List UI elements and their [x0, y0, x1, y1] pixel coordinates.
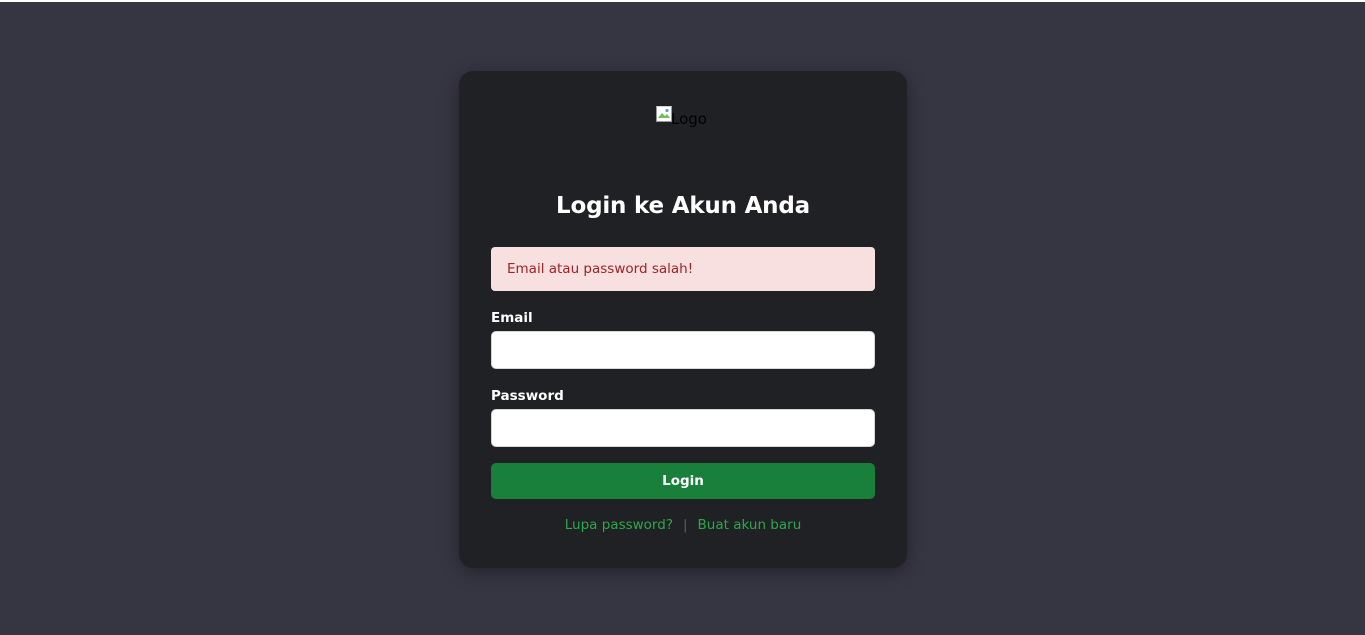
error-alert: Email atau password salah! [491, 247, 875, 291]
forgot-password-link[interactable]: Lupa password? [565, 517, 673, 533]
link-separator: | [682, 517, 688, 533]
email-field[interactable] [491, 331, 875, 369]
auth-links: Lupa password? | Buat akun baru [459, 517, 907, 533]
page-title: Login ke Akun Anda [556, 193, 810, 219]
logo: Logo [656, 104, 707, 128]
password-field[interactable] [491, 409, 875, 447]
email-label: Email [491, 310, 533, 326]
password-label: Password [491, 388, 564, 404]
login-button[interactable]: Login [491, 463, 875, 499]
broken-image-icon [656, 106, 672, 122]
register-link[interactable]: Buat akun baru [698, 517, 802, 533]
logo-alt-text: Logo [671, 110, 707, 128]
login-card: Logo Login ke Akun Anda Email atau passw… [459, 71, 907, 568]
